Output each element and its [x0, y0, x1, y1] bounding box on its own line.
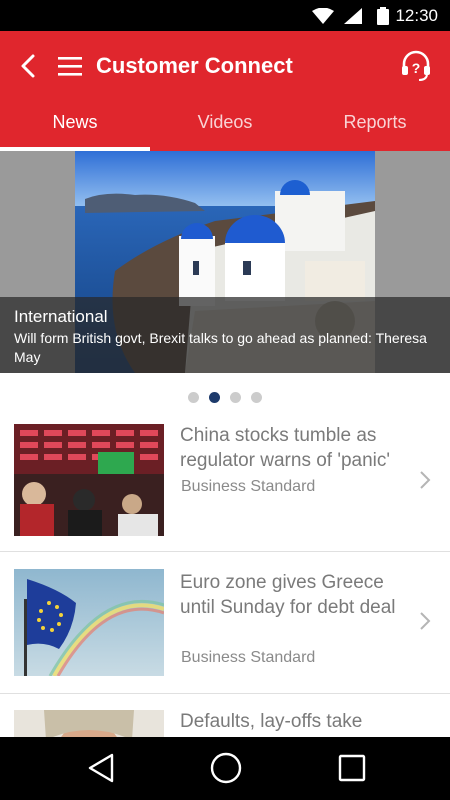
carousel-headline: Will form British govt, Brexit talks to … [14, 330, 427, 365]
tab-news[interactable]: News [0, 101, 150, 151]
pager-dot[interactable] [188, 392, 199, 403]
status-bar: 12:30 [0, 0, 450, 31]
news-source: Business Standard [181, 478, 316, 495]
news-item[interactable]: Euro zone gives Greece until Sunday for … [0, 553, 450, 694]
news-thumbnail [14, 569, 164, 676]
featured-carousel[interactable]: International Will form British govt, Br… [0, 151, 450, 373]
signal-icon [344, 8, 362, 24]
battery-icon [377, 7, 389, 25]
carousel-pager [0, 390, 450, 403]
svg-text:?: ? [412, 60, 421, 76]
nav-home-icon[interactable] [209, 751, 243, 785]
news-thumbnail [14, 424, 164, 536]
nav-recents-icon[interactable] [338, 754, 366, 782]
help-headset-icon[interactable]: ? [399, 49, 433, 83]
news-item[interactable]: Defaults, lay-offs take [0, 694, 450, 737]
chevron-right-icon [420, 612, 431, 630]
pager-dot[interactable] [251, 392, 262, 403]
app-title: Customer Connect [96, 53, 293, 78]
back-arrow-icon[interactable] [14, 51, 44, 81]
news-thumbnail [14, 710, 164, 737]
clock: 12:30 [395, 6, 438, 25]
app-bar: Customer Connect ? [0, 31, 450, 101]
hamburger-menu-icon[interactable] [56, 53, 84, 79]
news-headline: China stocks tumble as regulator warns o… [180, 425, 391, 471]
pager-dot-active[interactable] [209, 392, 220, 403]
carousel-caption[interactable]: International Will form British govt, Br… [0, 297, 450, 373]
pager-dot[interactable] [230, 392, 241, 403]
tab-bar: News Videos Reports [0, 101, 450, 151]
news-source: Business Standard [181, 649, 316, 666]
news-headline: Euro zone gives Greece until Sunday for … [180, 572, 396, 618]
tab-reports[interactable]: Reports [300, 101, 450, 151]
wifi-icon [312, 8, 334, 24]
tab-videos[interactable]: Videos [150, 101, 300, 151]
news-item[interactable]: China stocks tumble as regulator warns o… [0, 412, 450, 552]
chevron-right-icon [420, 471, 431, 489]
news-headline: Defaults, lay-offs take [180, 711, 363, 732]
system-navigation-bar [0, 737, 450, 800]
nav-back-icon[interactable] [86, 752, 116, 784]
carousel-category: International [14, 307, 108, 326]
